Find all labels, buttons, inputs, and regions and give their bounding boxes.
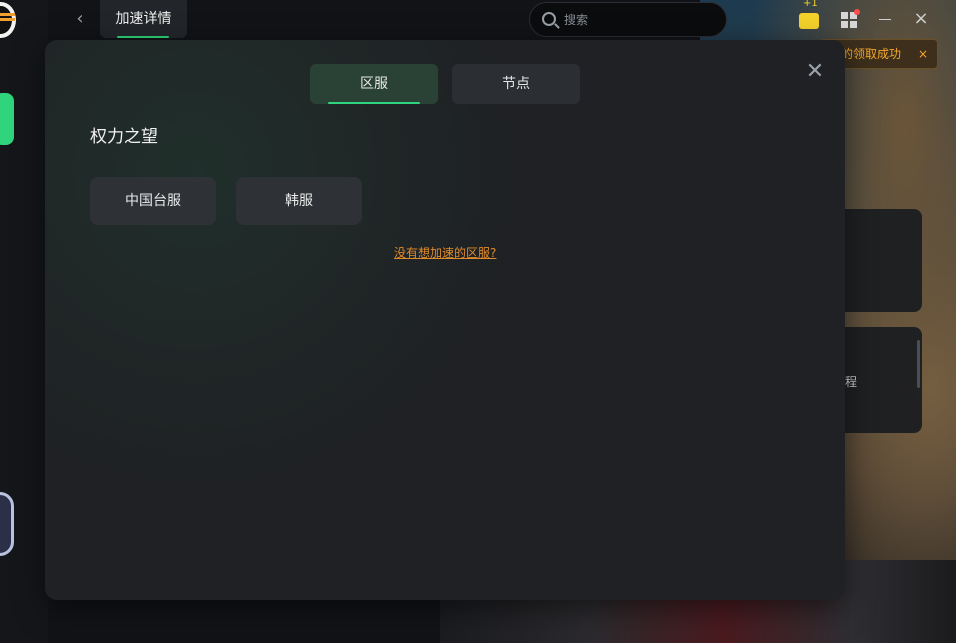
logo-stripe-icon bbox=[0, 13, 15, 23]
close-icon: × bbox=[913, 8, 929, 29]
search-bar[interactable] bbox=[529, 2, 727, 37]
region-button-taiwan[interactable]: 中国台服 bbox=[90, 177, 216, 225]
back-button[interactable]: ‹ bbox=[70, 6, 90, 32]
tab-region[interactable]: 区服 bbox=[310, 64, 438, 104]
gift-badge: +1 bbox=[803, 0, 818, 9]
background-scrollbar bbox=[917, 340, 920, 388]
search-icon bbox=[542, 12, 556, 26]
tab-active-indicator bbox=[328, 102, 420, 104]
dialog-close-button[interactable]: ✕ bbox=[804, 61, 826, 83]
window-close-button[interactable]: × bbox=[912, 9, 930, 29]
tab-label: 加速详情 bbox=[115, 11, 172, 27]
close-icon: ✕ bbox=[805, 59, 825, 84]
minimize-button[interactable] bbox=[879, 19, 891, 20]
tab-node[interactable]: 节点 bbox=[452, 64, 580, 104]
gift-icon[interactable] bbox=[799, 13, 819, 29]
chevron-left-icon: ‹ bbox=[76, 8, 84, 29]
search-input[interactable] bbox=[564, 9, 714, 31]
tab-node-label: 节点 bbox=[502, 76, 530, 92]
region-button-korea[interactable]: 韩服 bbox=[236, 177, 362, 225]
toast-close-button[interactable]: × bbox=[918, 40, 928, 68]
region-label: 韩服 bbox=[285, 193, 313, 209]
tab-active-indicator bbox=[117, 36, 169, 38]
toast-text: 的领取成功 bbox=[841, 47, 902, 61]
tab-accelerate-details[interactable]: 加速详情 bbox=[100, 0, 187, 38]
region-select-dialog: 区服 节点 ✕ 权力之望 中国台服 韩服 没有想加速的区服? bbox=[45, 40, 845, 600]
sidebar-active-item[interactable] bbox=[0, 93, 14, 145]
notification-dot bbox=[854, 9, 860, 15]
region-label: 中国台服 bbox=[125, 193, 181, 209]
missing-region-link[interactable]: 没有想加速的区服? bbox=[394, 244, 496, 261]
avatar[interactable] bbox=[0, 492, 14, 556]
game-title: 权力之望 bbox=[90, 127, 158, 147]
tab-region-label: 区服 bbox=[360, 76, 388, 92]
sidebar bbox=[0, 0, 48, 643]
background-card-text: 程 bbox=[845, 375, 858, 389]
